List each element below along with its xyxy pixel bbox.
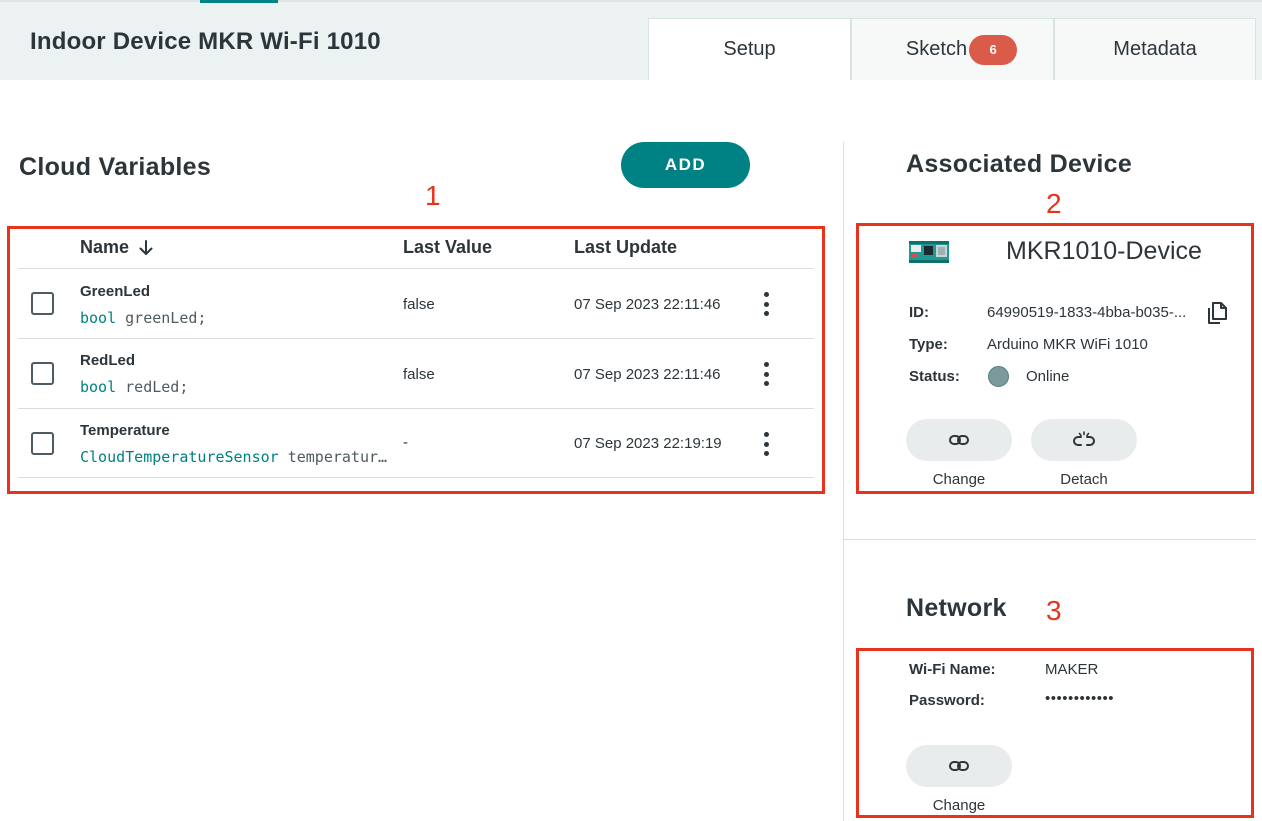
table-row-divider bbox=[18, 477, 814, 478]
table-row-divider bbox=[18, 408, 814, 409]
annotation-marker-2: 2 bbox=[1046, 188, 1062, 219]
associated-device-heading: Associated Device bbox=[906, 150, 1133, 178]
variable-identifier: redLed; bbox=[125, 378, 189, 396]
column-header-last-value: Last Value bbox=[403, 237, 493, 257]
row-menu-kebab-icon[interactable] bbox=[760, 292, 772, 316]
mkr-board-icon bbox=[909, 241, 949, 263]
sketch-count-badge: 6 bbox=[969, 34, 1018, 65]
tab-metadata[interactable]: Metadata bbox=[1054, 18, 1256, 80]
wifi-name-label: Wi-Fi Name: bbox=[909, 661, 996, 678]
link-icon bbox=[949, 435, 969, 445]
password-label: Password: bbox=[909, 692, 985, 709]
wifi-name-value: MAKER bbox=[1045, 661, 1099, 678]
variable-declaration: bool greenLed; bbox=[80, 309, 206, 327]
device-type-label: Type: bbox=[909, 336, 948, 353]
unlink-icon bbox=[1073, 431, 1095, 446]
variable-type: bool bbox=[80, 378, 117, 396]
detach-device-label: Detach bbox=[1060, 471, 1108, 488]
sidebar-section-divider bbox=[844, 539, 1256, 540]
change-network-label: Change bbox=[932, 797, 986, 814]
detach-device-button[interactable] bbox=[1031, 419, 1137, 461]
row-menu-kebab-icon[interactable] bbox=[760, 362, 772, 386]
device-status-label: Status: bbox=[909, 368, 960, 385]
variable-last-value: - bbox=[403, 434, 408, 451]
device-name: MKR1010-Device bbox=[1006, 237, 1202, 265]
column-header-name[interactable]: Name bbox=[80, 237, 155, 258]
variable-last-update: 07 Sep 2023 22:11:46 bbox=[574, 366, 721, 383]
sort-arrow-down-icon bbox=[139, 239, 153, 255]
row-checkbox[interactable] bbox=[31, 432, 54, 455]
row-menu-kebab-icon[interactable] bbox=[760, 432, 772, 456]
link-icon bbox=[949, 761, 969, 771]
sidebar-divider bbox=[843, 142, 844, 821]
cloud-variables-heading: Cloud Variables bbox=[19, 153, 212, 181]
variable-name[interactable]: Temperature bbox=[80, 422, 170, 439]
annotation-marker-3: 3 bbox=[1046, 595, 1062, 626]
variable-identifier: greenLed; bbox=[125, 309, 207, 327]
table-row-divider bbox=[18, 338, 814, 339]
variable-name[interactable]: RedLed bbox=[80, 352, 135, 369]
top-divider bbox=[0, 0, 1262, 2]
password-value: •••••••••••• bbox=[1045, 690, 1115, 707]
variable-declaration: bool redLed; bbox=[80, 378, 188, 396]
tab-setup[interactable]: Setup bbox=[648, 18, 851, 80]
device-id-value: 64990519-1833-4bba-b035-... bbox=[987, 304, 1187, 321]
variable-last-value: false bbox=[403, 296, 435, 313]
tab-sketch[interactable]: Sketch 6 bbox=[851, 18, 1054, 80]
annotation-marker-1: 1 bbox=[425, 180, 441, 211]
column-name-label: Name bbox=[80, 237, 130, 257]
change-device-label: Change bbox=[932, 471, 986, 488]
tab-metadata-label: Metadata bbox=[1113, 38, 1197, 60]
row-checkbox[interactable] bbox=[31, 292, 54, 315]
variable-type: CloudTemperatureSensor bbox=[80, 448, 279, 466]
active-nav-indicator bbox=[200, 0, 278, 3]
variable-last-update: 07 Sep 2023 22:19:19 bbox=[574, 435, 722, 452]
variable-name[interactable]: GreenLed bbox=[80, 283, 150, 300]
tab-setup-label: Setup bbox=[723, 38, 776, 60]
device-status-value: Online bbox=[1026, 368, 1070, 385]
device-type-value: Arduino MKR WiFi 1010 bbox=[987, 336, 1148, 353]
variable-last-update: 07 Sep 2023 22:11:46 bbox=[574, 296, 721, 313]
variable-identifier: temperatur… bbox=[287, 448, 388, 466]
variable-type: bool bbox=[80, 309, 117, 327]
row-checkbox[interactable] bbox=[31, 362, 54, 385]
change-network-button[interactable] bbox=[906, 745, 1012, 787]
status-online-icon bbox=[988, 366, 1009, 387]
copy-icon[interactable] bbox=[1204, 300, 1230, 326]
network-heading: Network bbox=[906, 594, 1007, 622]
table-header-divider bbox=[18, 268, 814, 269]
variable-last-value: false bbox=[403, 366, 435, 383]
thing-title: Indoor Device MKR Wi-Fi 1010 bbox=[30, 28, 381, 55]
device-id-label: ID: bbox=[909, 304, 929, 321]
tab-sketch-label: Sketch bbox=[905, 38, 968, 60]
add-variable-button[interactable]: ADD bbox=[621, 142, 750, 188]
variable-declaration: CloudTemperatureSensor temperatur… bbox=[80, 448, 387, 466]
change-device-button[interactable] bbox=[906, 419, 1012, 461]
column-header-last-update: Last Update bbox=[574, 237, 678, 257]
